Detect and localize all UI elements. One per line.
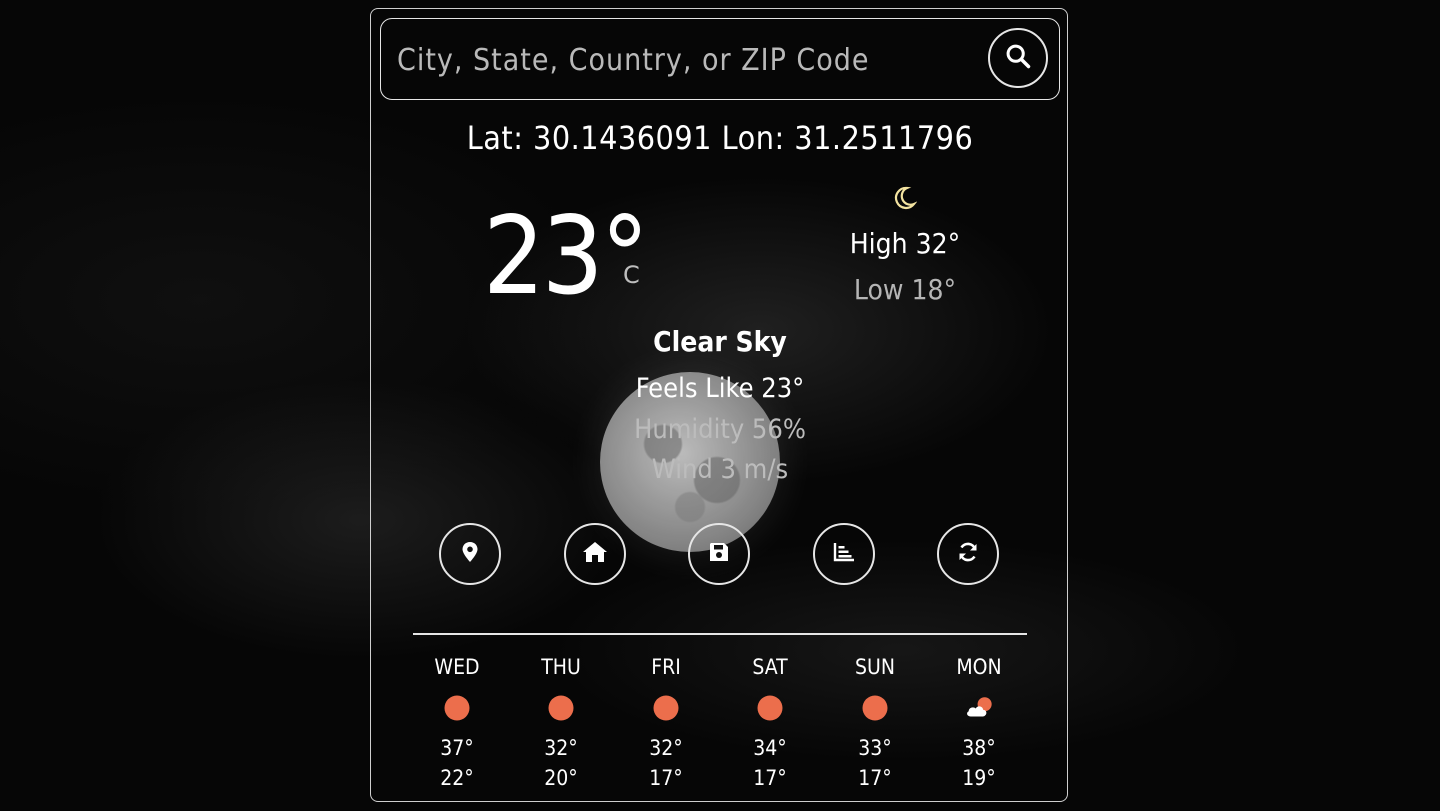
humidity: Humidity 56%: [634, 414, 806, 445]
home-icon: [582, 541, 608, 568]
forecast-row: WED 37° 22° THU 32° 20° FRI 32° 17° SAT: [407, 653, 1035, 797]
forecast-high: 32°: [544, 736, 578, 760]
forecast-high: 37°: [440, 736, 474, 760]
sun-icon: [755, 693, 785, 723]
forecast-low: 17°: [753, 766, 787, 790]
forecast-low: 20°: [544, 766, 578, 790]
forecast-day: SUN 33° 17°: [825, 653, 925, 793]
location-pin-icon: [460, 541, 480, 568]
search-icon: [1004, 42, 1032, 75]
current-temperature: 23°: [483, 194, 649, 319]
divider: [413, 633, 1027, 635]
weather-card: Lat: 30.1436091 Lon: 31.2511796 23° C Hi…: [370, 8, 1068, 802]
coordinates-label: Lat: 30.1436091 Lon: 31.2511796: [466, 119, 974, 157]
forecast-high: 34°: [753, 736, 787, 760]
save-icon: [709, 542, 729, 567]
wind-speed: Wind 3 m/s: [651, 454, 789, 485]
forecast-low: 22°: [440, 766, 474, 790]
forecast-day: THU 32° 20°: [511, 653, 611, 793]
temperature-unit: C: [623, 261, 640, 289]
action-buttons: [439, 523, 1001, 587]
forecast-high: 32°: [649, 736, 683, 760]
forecast-day-name: SAT: [752, 655, 788, 679]
forecast-day-name: FRI: [651, 655, 681, 679]
forecast-day: MON 38° 19°: [929, 653, 1029, 793]
search-input[interactable]: [395, 37, 979, 83]
forecast-day-name: THU: [541, 655, 581, 679]
forecast-day: SAT 34° 17°: [720, 653, 820, 793]
forecast-day-name: SUN: [855, 655, 895, 679]
forecast-high: 33°: [858, 736, 892, 760]
crescent-moon-icon: [891, 185, 918, 211]
sun-icon: [546, 693, 576, 723]
high-temperature: High 32°: [849, 227, 961, 260]
location-button[interactable]: [439, 523, 501, 585]
forecast-day-name: MON: [956, 655, 1002, 679]
forecast-high: 38°: [962, 736, 996, 760]
sun-icon: [442, 693, 472, 723]
refresh-button[interactable]: [937, 523, 999, 585]
chart-icon: [833, 542, 855, 567]
chart-button[interactable]: [813, 523, 875, 585]
search-button[interactable]: [988, 28, 1048, 88]
forecast-low: 17°: [649, 766, 683, 790]
forecast-day: FRI 32° 17°: [616, 653, 716, 793]
low-temperature: Low 18°: [853, 273, 957, 306]
home-button[interactable]: [564, 523, 626, 585]
partly-cloudy-icon: [964, 693, 994, 723]
save-button[interactable]: [688, 523, 750, 585]
forecast-day-name: WED: [434, 655, 480, 679]
feels-like: Feels Like 23°: [635, 373, 805, 404]
sun-icon: [860, 693, 890, 723]
search-bar: [380, 18, 1060, 100]
weather-condition: Clear Sky: [653, 325, 787, 358]
sun-icon: [651, 693, 681, 723]
forecast-low: 17°: [858, 766, 892, 790]
refresh-icon: [957, 541, 979, 568]
forecast-day: WED 37° 22°: [407, 653, 507, 793]
forecast-low: 19°: [962, 766, 996, 790]
